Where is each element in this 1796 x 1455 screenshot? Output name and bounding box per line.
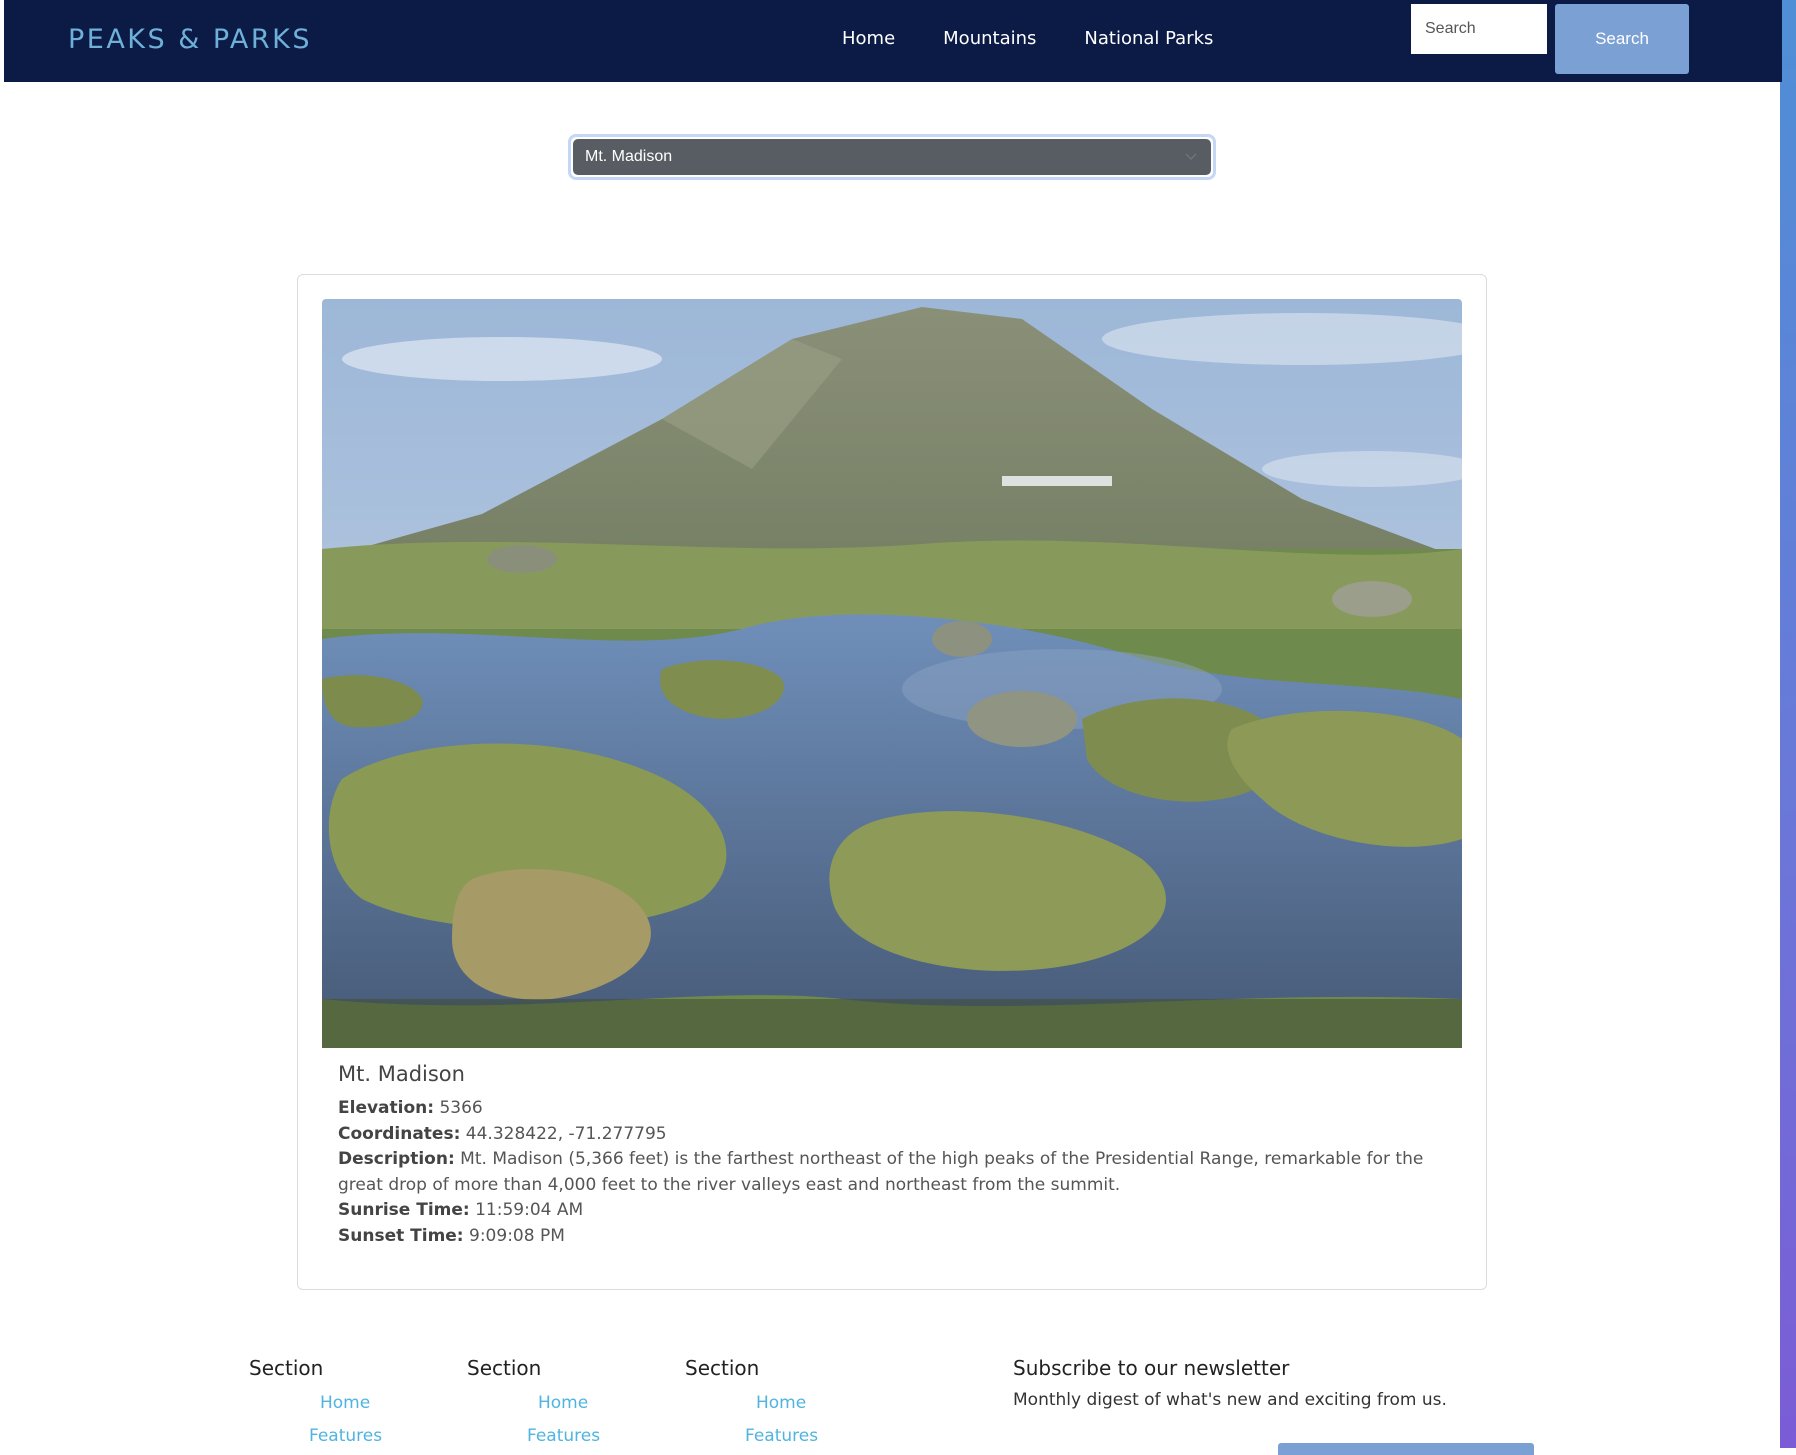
sunset-value: 9:09:08 PM (469, 1225, 565, 1246)
search-button[interactable]: Search (1555, 4, 1689, 74)
footer-section-heading: Section (467, 1356, 542, 1380)
sunrise-line: Sunrise Time: 11:59:04 AM (338, 1198, 1448, 1224)
footer-link-home[interactable]: Home (320, 1393, 370, 1413)
search-input[interactable] (1411, 4, 1547, 54)
elevation-line: Elevation: 5366 (338, 1096, 1448, 1122)
footer-section-2: Section (467, 1356, 667, 1380)
footer-section-heading: Section (249, 1356, 324, 1380)
footer-link-home[interactable]: Home (756, 1393, 806, 1413)
footer-section-1: Section (249, 1356, 449, 1380)
mountain-select-control[interactable]: Mt. Madison (573, 139, 1211, 175)
chevron-down-icon (1185, 153, 1197, 160)
footer-link-features[interactable]: Features (527, 1426, 600, 1446)
newsletter-subtitle: Monthly digest of what's new and excitin… (1013, 1390, 1447, 1410)
mountain-name: Mt. Madison (338, 1062, 465, 1086)
elevation-value: 5366 (439, 1098, 483, 1118)
coordinates-line: Coordinates: 44.328422, -71.277795 (338, 1122, 1448, 1148)
coordinates-label: Coordinates: (338, 1123, 461, 1144)
footer-link-features[interactable]: Features (745, 1426, 818, 1446)
sunrise-value: 11:59:04 AM (475, 1200, 584, 1220)
coordinates-value: 44.328422, -71.277795 (465, 1123, 667, 1144)
elevation-label: Elevation: (338, 1098, 435, 1118)
description-value: Mt. Madison (5,366 feet) is the farthest… (338, 1149, 1424, 1195)
footer-section-heading: Section (685, 1356, 760, 1380)
sunrise-label: Sunrise Time: (338, 1200, 470, 1220)
description-label: Description: (338, 1149, 455, 1169)
mountain-photo (322, 299, 1462, 1048)
window-edge-glow (1780, 0, 1796, 1448)
nav-link-home[interactable]: Home (842, 28, 895, 49)
brand-logo[interactable]: PEAKS & PARKS (68, 24, 312, 55)
subscribe-button[interactable] (1278, 1443, 1534, 1455)
nav-link-mountains[interactable]: Mountains (943, 28, 1036, 49)
nav-links: Home Mountains National Parks (842, 28, 1213, 49)
footer-link-features[interactable]: Features (309, 1426, 382, 1446)
mountain-card: Mt. Madison Elevation: 5366 Coordinates:… (297, 274, 1487, 1290)
mountain-photo-image (322, 299, 1462, 1048)
newsletter-heading: Subscribe to our newsletter (1013, 1356, 1290, 1380)
footer-section-3: Section (685, 1356, 885, 1380)
navbar: PEAKS & PARKS Home Mountains National Pa… (4, 0, 1782, 82)
sunset-line: Sunset Time: 9:09:08 PM (338, 1224, 1448, 1250)
newsletter: Subscribe to our newsletter Monthly dige… (1013, 1356, 1573, 1410)
mountain-select[interactable]: Mt. Madison (568, 134, 1216, 180)
nav-link-national-parks[interactable]: National Parks (1084, 28, 1213, 49)
description-line: Description: Mt. Madison (5,366 feet) is… (338, 1147, 1448, 1198)
mountain-info: Mt. Madison Elevation: 5366 Coordinates:… (338, 1062, 1448, 1249)
mountain-select-value: Mt. Madison (585, 148, 673, 165)
footer-link-home[interactable]: Home (538, 1393, 588, 1413)
sunset-label: Sunset Time: (338, 1225, 464, 1246)
